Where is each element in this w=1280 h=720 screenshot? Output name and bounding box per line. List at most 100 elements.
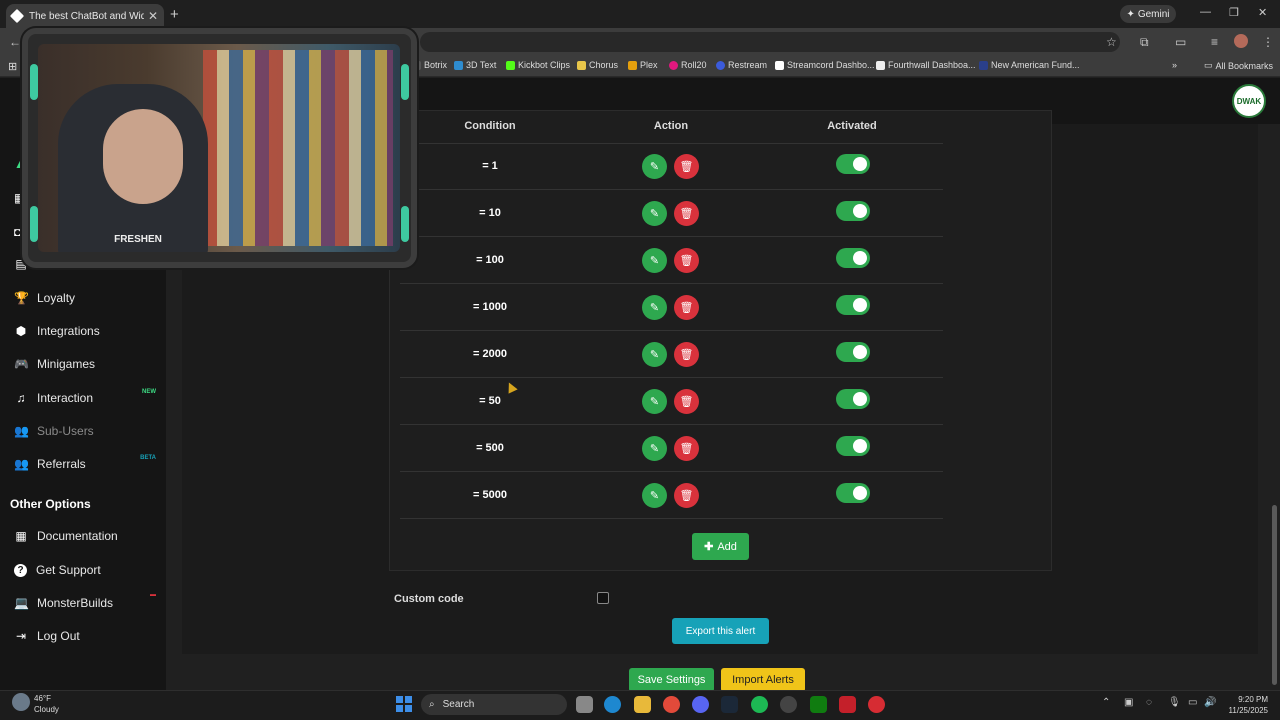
bookmark-plex[interactable]: Plex (628, 60, 658, 70)
delete-button[interactable]: 🗑 (674, 342, 699, 367)
import-alerts-button[interactable]: Import Alerts (721, 668, 805, 692)
save-settings-button[interactable]: Save Settings (629, 668, 714, 692)
menu-kebab-icon[interactable]: ⋮ (1262, 35, 1274, 49)
sidebar-item-label: Loyalty (37, 291, 76, 305)
obs-icon[interactable] (780, 696, 797, 713)
discord-icon[interactable] (692, 696, 709, 713)
weather-cloud-icon[interactable] (12, 693, 30, 711)
activated-toggle[interactable] (836, 248, 870, 268)
app-flame-icon[interactable] (839, 696, 856, 713)
sidebar-item-loyalty[interactable]: 🏆 Loyalty (0, 283, 166, 313)
windows-start-icon[interactable] (396, 696, 412, 712)
delete-button[interactable]: 🗑 (674, 436, 699, 461)
address-bar[interactable] (420, 32, 1120, 52)
page-scrollbar[interactable] (1272, 505, 1277, 685)
tray-chevron-icon[interactable]: ⌃ (1102, 697, 1110, 708)
minimize-icon[interactable]: — (1200, 6, 1211, 18)
bookmark-3d-text[interactable]: 3D Text (454, 60, 496, 70)
bookmark-new-american-funding[interactable]: New American Fund... (979, 60, 1080, 70)
pencil-icon: ✎ (649, 255, 660, 267)
xbox-icon[interactable] (810, 696, 827, 713)
bookmark-chorus[interactable]: Chorus (577, 60, 618, 70)
bookmark-fourthwall[interactable]: Fourthwall Dashboa... (876, 60, 976, 70)
bookmark-kickbot-clips[interactable]: Kickbot Clips (506, 60, 570, 70)
edit-button[interactable]: ✎ (642, 201, 667, 226)
window-close-icon[interactable]: ✕ (1258, 6, 1267, 19)
activated-toggle[interactable] (836, 342, 870, 362)
activated-toggle[interactable] (836, 295, 870, 315)
gemini-button[interactable]: ✦ Gemini (1120, 5, 1176, 23)
extensions-icon[interactable]: ⧉ (1140, 35, 1149, 50)
custom-code-checkbox[interactable] (597, 592, 609, 604)
restore-icon[interactable]: ❐ (1229, 6, 1239, 19)
beta-badge: BETA (140, 455, 156, 461)
delete-button[interactable]: 🗑 (674, 483, 699, 508)
edit-button[interactable]: ✎ (642, 389, 667, 414)
task-view-icon[interactable] (576, 696, 593, 713)
apps-grid-icon[interactable]: ⊞ (8, 60, 17, 73)
activated-toggle[interactable] (836, 389, 870, 409)
sidebar-item-minigames[interactable]: 🎮 Minigames (0, 349, 166, 379)
sidebar-item-integrations[interactable]: ⬢ Integrations (0, 316, 166, 346)
sidebar-item-label: Referrals (37, 457, 86, 471)
sidebar-item-monsterbuilds[interactable]: 💻 MonsterBuilds ▬ (0, 588, 166, 618)
site-logo[interactable]: DWAK (1232, 84, 1266, 118)
edit-button[interactable]: ✎ (642, 483, 667, 508)
display-icon[interactable]: ▭ (1188, 697, 1197, 708)
browser-tab[interactable]: The best ChatBot and Widgets ✕ (6, 4, 164, 28)
condition-value: = 500 (476, 442, 504, 454)
edit-button[interactable]: ✎ (642, 342, 667, 367)
activated-toggle[interactable] (836, 483, 870, 503)
activated-toggle[interactable] (836, 436, 870, 456)
edit-button[interactable]: ✎ (642, 154, 667, 179)
tab-close-icon[interactable]: ✕ (148, 9, 158, 23)
split-view-icon[interactable]: ▭ (1175, 35, 1186, 49)
sidebar-item-log-out[interactable]: ⇥ Log Out (0, 621, 166, 651)
tray-network-icon[interactable]: ◌ (1146, 697, 1152, 708)
edit-button[interactable]: ✎ (642, 295, 667, 320)
gemini-label: Gemini (1137, 8, 1170, 20)
steam-icon[interactable] (721, 696, 738, 713)
more-bookmarks-icon[interactable]: » (1172, 60, 1177, 70)
delete-button[interactable]: 🗑 (674, 295, 699, 320)
microphone-icon[interactable]: 🎙 (1168, 697, 1181, 708)
reading-list-icon[interactable]: ≡ (1211, 35, 1218, 49)
webcam-overlay: FRESHEN (22, 28, 417, 268)
bookmark-streamcord[interactable]: Streamcord Dashbo... (775, 60, 875, 70)
robot-icon[interactable]: ◘ (14, 225, 21, 239)
delete-button[interactable]: 🗑 (674, 154, 699, 179)
edit-button[interactable]: ✎ (642, 248, 667, 273)
delete-button[interactable]: 🗑 (674, 389, 699, 414)
tray-app-icon[interactable]: ▣ (1124, 697, 1133, 708)
sidebar-item-referrals[interactable]: 👥 Referrals BETA (0, 449, 166, 479)
bookmark-roll20[interactable]: Roll20 (669, 60, 707, 70)
all-bookmarks-folder[interactable]: ▭ All Bookmarks (1204, 60, 1273, 71)
sidebar-item-interaction[interactable]: ♫ Interaction NEW (0, 383, 166, 413)
delete-button[interactable]: 🗑 (674, 248, 699, 273)
activated-toggle[interactable] (836, 154, 870, 174)
back-icon[interactable]: ← (9, 35, 21, 49)
sidebar-item-documentation[interactable]: ▦ Documentation (0, 521, 166, 551)
bookmark-restream[interactable]: Restream (716, 60, 767, 70)
file-explorer-icon[interactable] (634, 696, 651, 713)
delete-button[interactable]: 🗑 (674, 201, 699, 226)
taskbar-search[interactable]: ⌕ Search (421, 694, 567, 715)
volume-icon[interactable]: 🔊 (1204, 697, 1216, 708)
activated-toggle[interactable] (836, 201, 870, 221)
export-alert-button[interactable]: Export this alert (672, 618, 769, 644)
weather-widget[interactable]: 46°F Cloudy (34, 693, 59, 715)
add-button[interactable]: ✚ Add (692, 533, 749, 560)
spotify-icon[interactable] (751, 696, 768, 713)
profile-avatar[interactable] (1234, 34, 1248, 48)
app-record-icon[interactable] (868, 696, 885, 713)
bookmark-botrix[interactable]: Botrix (412, 60, 447, 70)
sidebar-item-sub-users[interactable]: 👥 Sub-Users (0, 416, 166, 446)
edge-icon[interactable] (604, 696, 621, 713)
sidebar-item-get-support[interactable]: ? Get Support (0, 555, 166, 585)
taskbar-clock[interactable]: 9:20 PM 11/25/2025 (1218, 694, 1268, 716)
chrome-icon[interactable] (663, 696, 680, 713)
column-header-condition: Condition (464, 120, 516, 132)
bookmark-star-icon[interactable]: ☆ (1106, 35, 1117, 49)
edit-button[interactable]: ✎ (642, 436, 667, 461)
new-tab-button[interactable]: + (170, 6, 179, 23)
